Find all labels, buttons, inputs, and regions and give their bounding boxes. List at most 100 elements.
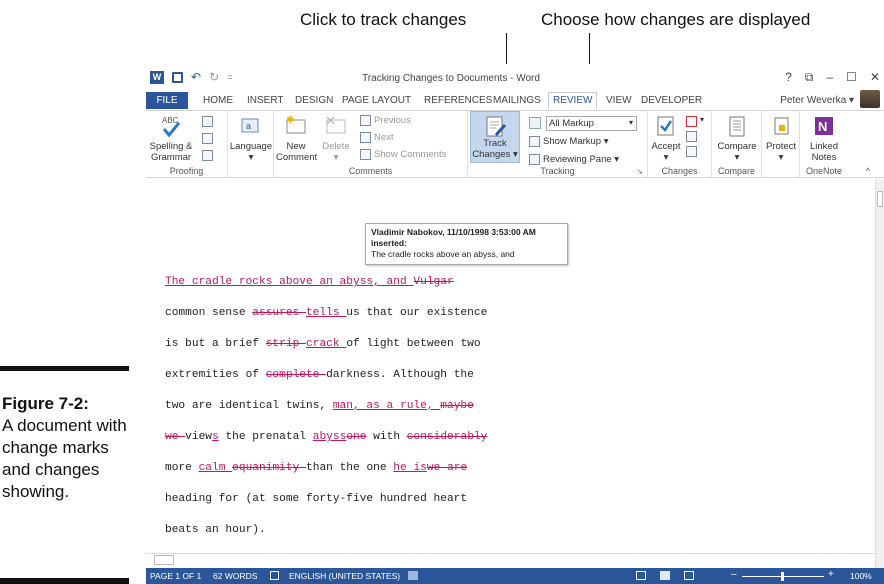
ribbon-display-button[interactable]: ⧉ <box>805 70 814 85</box>
horizontal-scroll-thumb[interactable] <box>154 555 174 565</box>
group-label-compare: Compare <box>717 166 755 176</box>
tab-review[interactable]: REVIEW <box>548 92 598 109</box>
figure-caption-text: A document with change marks and changes… <box>2 416 127 501</box>
minimize-button[interactable]: – <box>826 70 833 85</box>
tab-references[interactable]: REFERENCES <box>424 92 492 109</box>
show-markup-icon <box>529 136 540 147</box>
language-button[interactable]: a Language ▾ <box>228 114 274 163</box>
show-comments-button[interactable]: Show Comments <box>360 149 446 160</box>
vertical-scrollbar[interactable] <box>875 179 884 568</box>
web-layout-icon[interactable] <box>684 571 694 580</box>
svg-text:a: a <box>246 121 251 131</box>
figure-rule-bottom <box>0 578 129 584</box>
word-count-icon[interactable] <box>202 150 213 161</box>
zoom-out-button[interactable]: – <box>731 569 737 580</box>
group-label-changes: Changes <box>661 166 698 176</box>
user-name[interactable]: Peter Weverka ▾ <box>780 95 854 106</box>
avatar[interactable] <box>860 90 880 108</box>
doc-line: more calm equanimity than the one he isw… <box>165 462 468 474</box>
window-title: Tracking Changes to Documents - Word <box>362 73 540 84</box>
doc-line: The cradle rocks above an abyss, and Vul… <box>165 276 454 288</box>
accept-button[interactable]: Accept ▾ <box>648 114 684 163</box>
doc-line: common sense assures tells us that our e… <box>165 307 488 319</box>
previous-comment-button[interactable]: Previous <box>360 115 411 126</box>
group-changes: Accept ▾ ▾ Changes <box>648 111 712 178</box>
next-comment-button[interactable]: Next <box>360 132 394 143</box>
tooltip-text: The cradle rocks above an abyss, and <box>371 249 515 259</box>
show-markup-button[interactable]: Show Markup ▾ <box>529 136 609 147</box>
tab-insert[interactable]: INSERT <box>247 92 284 109</box>
linked-notes-button[interactable]: N Linked Notes <box>804 114 844 163</box>
track-changes-button[interactable]: Track Changes ▾ <box>470 111 520 163</box>
window-controls: ? ⧉ – ☐ ✕ <box>785 70 880 85</box>
reject-dropdown-arrow[interactable]: ▾ <box>700 115 704 124</box>
vertical-scroll-thumb[interactable] <box>877 191 883 207</box>
compare-button[interactable]: Compare ▾ <box>712 114 762 163</box>
status-language[interactable]: ENGLISH (UNITED STATES) <box>289 571 400 581</box>
tab-home[interactable]: HOME <box>203 92 233 109</box>
research-icon[interactable] <box>202 116 213 127</box>
next-comment-icon <box>360 132 371 143</box>
thesaurus-icon[interactable] <box>202 133 213 144</box>
protect-button[interactable]: Protect ▾ <box>762 114 800 163</box>
group-proofing: ABC Spelling & Grammar Proofing <box>146 111 228 178</box>
zoom-level[interactable]: 100% <box>850 571 872 581</box>
group-compare: Compare ▾ Compare <box>712 111 762 178</box>
document-area[interactable]: Vladimir Nabokov, 11/10/1998 3:53:00 AM … <box>146 179 884 568</box>
new-comment-button[interactable]: ✱ New Comment <box>276 114 317 163</box>
collapse-ribbon-button[interactable]: ^ <box>866 166 870 176</box>
horizontal-scrollbar[interactable] <box>146 553 875 566</box>
zoom-in-button[interactable]: + <box>828 569 834 580</box>
spelling-check-icon: ABC <box>159 114 183 138</box>
document-body[interactable]: The cradle rocks above an abyss, and Vul… <box>165 273 605 552</box>
language-icon: a <box>239 114 263 138</box>
help-button[interactable]: ? <box>785 70 792 85</box>
zoom-slider-thumb[interactable] <box>781 572 784 581</box>
svg-text:ABC: ABC <box>162 116 179 125</box>
group-label-onenote: OneNote <box>805 166 843 176</box>
delete-comment-button[interactable]: Delete ▾ <box>318 114 354 163</box>
status-bar: PAGE 1 OF 1 62 WORDS ENGLISH (UNITED STA… <box>146 568 884 584</box>
read-mode-icon[interactable] <box>636 571 646 580</box>
proofing-errors-icon[interactable] <box>270 571 279 580</box>
title-bar: W ↶ ↻ = Tracking Changes to Documents - … <box>146 64 884 90</box>
doc-line: extremities of complete darkness. Althou… <box>165 369 474 381</box>
maximize-button[interactable]: ☐ <box>846 70 857 85</box>
group-protect: Protect ▾ <box>762 111 800 178</box>
delete-comment-icon <box>324 114 348 138</box>
onenote-icon: N <box>812 114 836 138</box>
previous-change-icon[interactable] <box>686 131 697 142</box>
tab-view[interactable]: VIEW <box>606 92 632 109</box>
display-for-review-dropdown[interactable]: All Markup ▾ <box>546 116 637 131</box>
next-change-icon[interactable] <box>686 146 697 157</box>
figure-rule-top <box>0 366 129 371</box>
tab-page-layout[interactable]: PAGE LAYOUT <box>342 92 411 109</box>
tab-file[interactable]: FILE <box>146 92 188 109</box>
status-words[interactable]: 62 WORDS <box>213 571 257 581</box>
ribbon-review: ABC Spelling & Grammar Proofing a Langua… <box>146 110 884 178</box>
display-for-review-icon <box>529 117 541 129</box>
figure-caption: Figure 7-2: A document with change marks… <box>2 393 130 503</box>
accept-icon <box>654 114 678 138</box>
group-label-proofing: Proofing <box>169 166 204 176</box>
tab-developer[interactable]: DEVELOPER <box>641 92 702 109</box>
tab-mailings[interactable]: MAILINGS <box>493 92 541 109</box>
previous-comment-icon <box>360 115 371 126</box>
doc-line: we views the prenatal abyssone with cons… <box>165 431 488 443</box>
close-button[interactable]: ✕ <box>870 70 880 85</box>
doc-line: beats an hour). <box>165 524 266 536</box>
spelling-grammar-button[interactable]: ABC Spelling & Grammar <box>146 114 196 163</box>
status-page[interactable]: PAGE 1 OF 1 <box>150 571 201 581</box>
reviewing-pane-button[interactable]: Reviewing Pane ▾ <box>529 154 619 165</box>
tab-design[interactable]: DESIGN <box>295 92 333 109</box>
svg-text:✱: ✱ <box>286 115 294 126</box>
tracking-dialog-launcher[interactable]: ↘ <box>636 167 643 176</box>
print-layout-icon[interactable] <box>660 571 670 580</box>
reject-icon[interactable] <box>686 116 697 127</box>
word-window: W ↶ ↻ = Tracking Changes to Documents - … <box>146 64 884 584</box>
show-comments-icon <box>360 149 371 160</box>
group-comments: ✱ New Comment Delete ▾ Previous Next Sho… <box>274 111 468 178</box>
group-language: a Language ▾ <box>228 111 274 178</box>
ribbon-tabs: FILE HOME INSERT DESIGN PAGE LAYOUT REFE… <box>146 90 884 110</box>
macro-recording-icon[interactable] <box>408 571 418 580</box>
